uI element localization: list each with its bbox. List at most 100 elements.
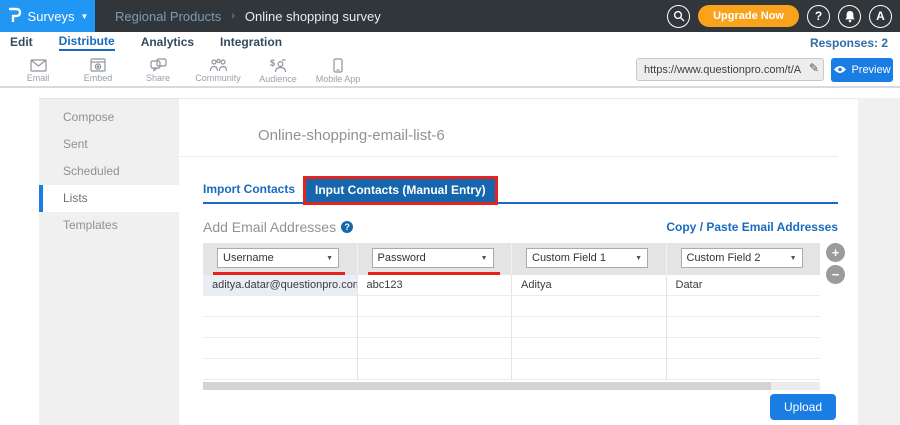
sidebar-item-compose[interactable]: Compose (39, 104, 179, 131)
add-email-title: Add Email Addresses (203, 219, 337, 235)
toolbar-item-email[interactable]: Email (8, 58, 68, 83)
sidebar-item-templates[interactable]: Templates (39, 212, 179, 239)
cell-input[interactable] (358, 296, 512, 316)
table-header-cell: Username ▼ (203, 243, 358, 275)
chevron-down-icon: ▼ (789, 254, 797, 262)
add-row-button[interactable]: + (826, 243, 845, 262)
cell-input[interactable] (358, 359, 512, 379)
product-switcher[interactable]: Surveys ▼ (0, 0, 95, 32)
toolbar-item-audience[interactable]: $ Audience (248, 58, 308, 84)
cell-input[interactable] (512, 317, 667, 337)
cell-input[interactable] (512, 338, 667, 358)
upload-button[interactable]: Upload (770, 394, 836, 420)
cell-input[interactable] (667, 317, 821, 337)
workspace: Compose Sent Scheduled Lists Templates O… (0, 98, 900, 425)
breadcrumb-separator-icon: › (231, 10, 235, 22)
distribute-toolbar: Email Embed Share Community $ Audience M… (0, 53, 900, 88)
toolbar-item-share[interactable]: Share (128, 58, 188, 83)
copy-paste-link[interactable]: Copy / Paste Email Addresses (666, 220, 838, 234)
breadcrumb-survey-name: Online shopping survey (244, 8, 381, 24)
cell-input[interactable] (667, 338, 821, 358)
svg-text:$: $ (270, 58, 275, 68)
annotation-red-box: Input Contacts (Manual Entry) (303, 176, 498, 205)
table-header-cell: Custom Field 2 ▼ (667, 243, 821, 275)
nav-item-integration[interactable]: Integration (220, 35, 282, 50)
annotation-red-underline (213, 272, 345, 275)
survey-url-wrap: ✎ (636, 58, 824, 81)
toolbar-item-label: Mobile App (315, 73, 361, 84)
cell-input[interactable] (358, 317, 512, 337)
cell-input[interactable]: Aditya (512, 275, 667, 295)
upgrade-now-button[interactable]: Upgrade Now (698, 5, 799, 27)
tab-input-contacts-manual[interactable]: Input Contacts (Manual Entry) (306, 179, 495, 202)
help-icon[interactable]: ? (341, 221, 354, 233)
cell-input[interactable]: Datar (667, 275, 821, 295)
table-row: aditya.datar@questionpro.com abc123 Adit… (203, 275, 820, 296)
contacts-tabs: Import Contacts Input Contacts (Manual E… (203, 176, 838, 205)
survey-url-input[interactable] (636, 58, 824, 81)
sidebar-item-scheduled[interactable]: Scheduled (39, 158, 179, 185)
nav-item-edit[interactable]: Edit (10, 35, 33, 50)
nav-item-distribute[interactable]: Distribute (58, 34, 115, 51)
cell-input[interactable] (358, 338, 512, 358)
search-button[interactable] (667, 4, 691, 28)
breadcrumb: Regional Products › Online shopping surv… (115, 9, 381, 24)
preview-button[interactable]: Preview (831, 57, 893, 82)
field-select-custom2[interactable]: Custom Field 2 ▼ (680, 248, 803, 268)
toolbar-item-community[interactable]: Community (188, 58, 248, 83)
right-gutter (858, 98, 900, 425)
field-select-value: Custom Field 1 (532, 252, 606, 264)
email-entry-table: Username ▼ Password ▼ Custom Field 1 ▼ C… (203, 243, 845, 390)
lists-panel: Online-shopping-email-list-6 Import Cont… (179, 98, 858, 425)
cell-input[interactable]: abc123 (358, 275, 512, 295)
field-select-custom1[interactable]: Custom Field 1 ▼ (526, 248, 648, 268)
toolbar-right: ✎ Preview (636, 57, 900, 82)
field-select-username[interactable]: Username ▼ (217, 248, 339, 268)
toolbar-item-label: Share (145, 73, 171, 83)
cell-input[interactable] (203, 296, 358, 316)
table-row (203, 317, 820, 338)
topbar: Surveys ▼ Regional Products › Online sho… (0, 0, 900, 32)
toolbar-item-mobile-app[interactable]: Mobile App (308, 57, 368, 84)
add-email-row: Add Email Addresses ? Copy / Paste Email… (203, 219, 838, 235)
list-title: Online-shopping-email-list-6 (258, 127, 445, 144)
sidebar-item-sent[interactable]: Sent (39, 131, 179, 158)
notifications-button[interactable] (838, 4, 861, 28)
product-switcher-label: Surveys (27, 8, 75, 24)
row-buttons: + − (826, 243, 845, 284)
preview-button-label: Preview (851, 63, 891, 76)
sidebar-item-lists[interactable]: Lists (39, 185, 179, 212)
toolbar-item-label: Email (26, 72, 50, 83)
cell-input[interactable]: aditya.datar@questionpro.com (203, 275, 358, 295)
chevron-down-icon: ▼ (635, 254, 642, 262)
list-title-block: Online-shopping-email-list-6 (179, 99, 838, 157)
remove-row-button[interactable]: − (826, 265, 845, 284)
horizontal-scrollbar[interactable] (203, 382, 820, 390)
community-icon (209, 58, 227, 72)
chevron-down-icon: ▼ (80, 12, 89, 21)
tab-import-contacts[interactable]: Import Contacts (203, 182, 295, 202)
help-button[interactable]: ? (807, 4, 830, 28)
table-row (203, 359, 820, 380)
eye-icon (834, 66, 847, 73)
cell-input[interactable] (203, 317, 358, 337)
cell-input[interactable] (512, 359, 667, 379)
cell-input[interactable] (203, 338, 358, 358)
toolbar-item-embed[interactable]: Embed (68, 58, 128, 83)
toolbar-item-label: Audience (259, 73, 297, 84)
account-avatar[interactable]: A (869, 4, 892, 28)
table-header-cell: Custom Field 1 ▼ (512, 243, 667, 275)
topbar-actions: Upgrade Now ? A (667, 4, 900, 28)
chevron-down-icon: ▼ (480, 254, 488, 262)
audience-icon: $ (270, 58, 287, 72)
nav-item-analytics[interactable]: Analytics (141, 35, 194, 50)
cell-input[interactable] (203, 359, 358, 379)
cell-input[interactable] (667, 296, 821, 316)
cell-input[interactable] (667, 359, 821, 379)
cell-input[interactable] (512, 296, 667, 316)
responses-count[interactable]: Responses: 2 (810, 36, 888, 50)
scrollbar-thumb[interactable] (203, 382, 771, 390)
breadcrumb-folder[interactable]: Regional Products (115, 9, 221, 24)
edit-url-pencil-icon[interactable]: ✎ (809, 61, 819, 75)
field-select-password[interactable]: Password ▼ (371, 248, 494, 268)
